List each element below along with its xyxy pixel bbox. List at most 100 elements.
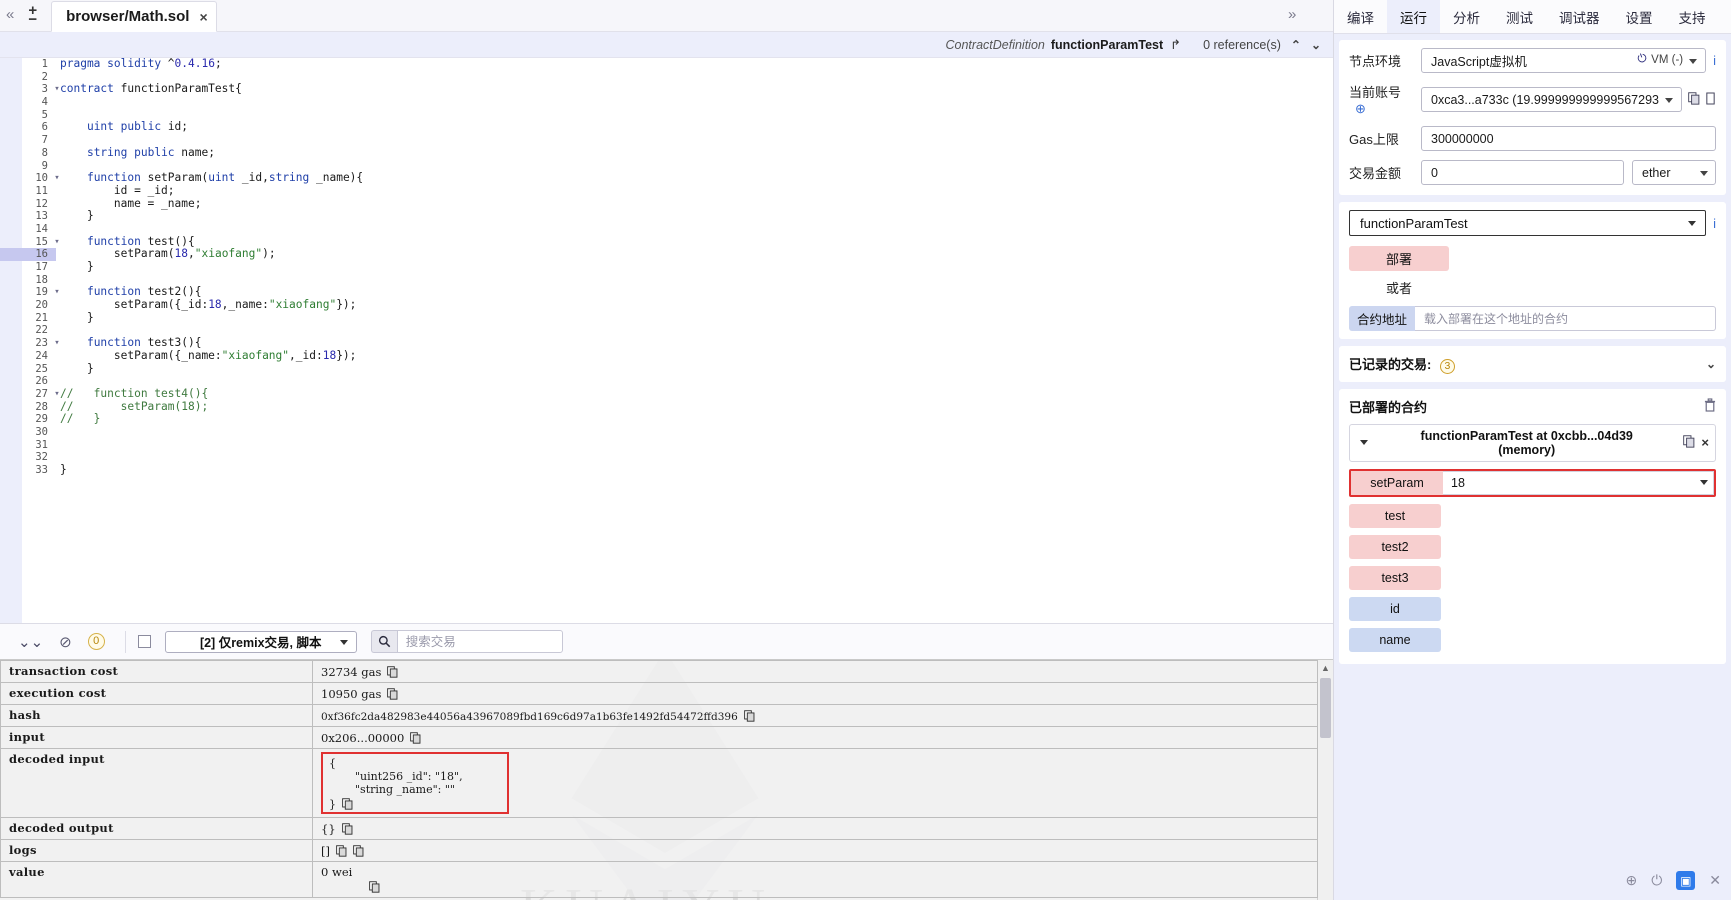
- code-line-21[interactable]: 21 }: [0, 311, 1333, 325]
- jump-to-definition-icon[interactable]: ↱: [1170, 37, 1181, 53]
- value-input[interactable]: 0: [1421, 160, 1624, 185]
- code-line-14[interactable]: 14: [0, 223, 1333, 236]
- code-line-5[interactable]: 5: [0, 109, 1333, 122]
- function-input-setParam[interactable]: 18: [1443, 470, 1714, 495]
- transaction-panel-scrollbar[interactable]: ▲: [1317, 660, 1333, 900]
- tab-运行[interactable]: 运行: [1387, 0, 1440, 33]
- edit-icon[interactable]: [1705, 91, 1716, 108]
- tx-row-value: 0xf36fc2da482983e44056a43967089fbd169c6d…: [312, 704, 1318, 727]
- clear-console-icon[interactable]: ⊘: [59, 633, 72, 651]
- copy-icon[interactable]: [341, 823, 353, 835]
- transaction-filter-select[interactable]: [2] 仅remix交易, 脚本: [164, 630, 357, 653]
- expand-panel-icon[interactable]: »: [1288, 6, 1296, 23]
- scrollbar-thumb[interactable]: [1320, 678, 1331, 738]
- function-button-name[interactable]: name: [1349, 627, 1441, 652]
- code-line-30[interactable]: 30: [0, 426, 1333, 439]
- copy-icon[interactable]: [1683, 434, 1695, 451]
- gas-limit-input[interactable]: 300000000: [1421, 126, 1716, 151]
- environment-info-icon[interactable]: i: [1713, 53, 1716, 68]
- contract-select[interactable]: functionParamTest: [1349, 210, 1707, 236]
- search-input[interactable]: [396, 630, 563, 653]
- trash-icon[interactable]: [1704, 397, 1716, 415]
- recorded-transactions-card[interactable]: 已记录的交易: 3 ⌄: [1339, 346, 1726, 382]
- copy-icon[interactable]: [1688, 91, 1700, 108]
- code-line-10[interactable]: 10 ▾ function setParam(uint _id,string _n…: [0, 171, 1333, 185]
- font-size-stepper[interactable]: + −: [20, 0, 45, 31]
- copy-icon[interactable]: [387, 666, 398, 678]
- code-editor[interactable]: 1 pragma solidity ^0.4.16; 2 3 ▾ contract fun…: [0, 58, 1333, 623]
- code-line-11[interactable]: 11 id = _id;: [0, 184, 1333, 198]
- copy-icon[interactable]: [743, 710, 755, 722]
- close-icon[interactable]: ✕: [1709, 872, 1721, 889]
- at-address-button[interactable]: 合约地址: [1349, 306, 1415, 331]
- collapse-terminal-icon[interactable]: ⌄⌄: [18, 633, 43, 651]
- scroll-up-icon[interactable]: ▲: [1318, 660, 1333, 676]
- tab-测试[interactable]: 测试: [1493, 0, 1546, 33]
- code-line-17[interactable]: 17 }: [0, 260, 1333, 274]
- at-address-input[interactable]: 载入部署在这个地址的合约: [1415, 306, 1716, 331]
- tab-支持[interactable]: 支持: [1666, 0, 1719, 33]
- decrease-font-icon[interactable]: −: [28, 12, 37, 27]
- close-icon[interactable]: ×: [1701, 435, 1709, 451]
- search-icon[interactable]: [370, 630, 397, 653]
- copy-icon[interactable]: [369, 881, 380, 893]
- window-icon[interactable]: ▣: [1676, 871, 1696, 890]
- function-button-test[interactable]: test: [1349, 503, 1441, 528]
- code-line-12[interactable]: 12 name = _name;: [0, 197, 1333, 211]
- close-icon[interactable]: ×: [199, 9, 207, 25]
- code-line-29[interactable]: 29 // }: [0, 412, 1333, 426]
- line-text: function setParam(uint _id,string _name)…: [86, 171, 364, 185]
- function-button-test3[interactable]: test3: [1349, 565, 1441, 590]
- chevron-down-icon: [1665, 98, 1673, 103]
- expand-params-icon[interactable]: [1693, 471, 1715, 495]
- previous-reference-icon[interactable]: ⌃: [1291, 38, 1301, 52]
- code-line-16[interactable]: 16 setParam(18,"xiaofang");: [0, 247, 1333, 261]
- code-line-6[interactable]: 6 uint public id;: [0, 121, 1333, 134]
- code-line-1[interactable]: 1 pragma solidity ^0.4.16;: [0, 58, 1333, 71]
- next-reference-icon[interactable]: ⌄: [1311, 38, 1321, 52]
- copy-icon[interactable]: [336, 845, 347, 857]
- copy-icon[interactable]: [410, 732, 421, 744]
- code-line-20[interactable]: 20 setParam({_id:18,_name:"xiaofang"});: [0, 298, 1333, 312]
- code-line-28[interactable]: 28// setParam(18);: [0, 400, 1333, 414]
- copy-icon[interactable]: [387, 688, 398, 700]
- expand-instance-icon[interactable]: [1360, 440, 1368, 445]
- function-button-setParam[interactable]: setParam: [1351, 470, 1443, 495]
- code-line-8[interactable]: 8 string public name;: [0, 146, 1333, 160]
- environment-select[interactable]: JavaScript虚拟机 ⏻ VM (-): [1421, 48, 1707, 73]
- code-line-23[interactable]: 23 ▾ function test3(){: [0, 336, 1333, 350]
- deploy-button[interactable]: 部署: [1349, 246, 1449, 271]
- code-line-24[interactable]: 24 setParam({_name:"xiaofang",_id:18});: [0, 349, 1333, 363]
- tab-调试器[interactable]: 调试器: [1546, 0, 1613, 33]
- add-account-icon[interactable]: ⊕: [1355, 101, 1366, 116]
- line-number: 4: [41, 96, 48, 109]
- code-line-4[interactable]: 4: [0, 96, 1333, 109]
- toolbar-divider: [124, 630, 126, 653]
- lock-icon[interactable]: ⏻: [1651, 872, 1662, 889]
- code-line-31[interactable]: 31: [0, 439, 1333, 452]
- copy-icon[interactable]: [342, 798, 353, 810]
- code-line-13[interactable]: 13 }: [0, 210, 1333, 223]
- function-button-id[interactable]: id: [1349, 596, 1441, 621]
- tab-编译[interactable]: 编译: [1334, 0, 1387, 33]
- function-button-test2[interactable]: test2: [1349, 534, 1441, 559]
- file-tab-math-sol[interactable]: browser/Math.sol ×: [51, 1, 217, 32]
- collapse-sidebar-icon[interactable]: «: [0, 0, 20, 31]
- code-line-32[interactable]: 32: [0, 451, 1333, 464]
- deployed-instance[interactable]: functionParamTest at 0xcbb...04d39 (memo…: [1349, 423, 1716, 462]
- copy-icon[interactable]: [353, 845, 364, 857]
- chevron-down-icon[interactable]: ⌄: [1706, 357, 1716, 371]
- account-select[interactable]: 0xca3...a733c (19.999999999999567293: [1421, 87, 1682, 112]
- function-row-name: name: [1349, 627, 1716, 652]
- code-line-3[interactable]: 3 ▾ contract functionParamTest{: [0, 83, 1333, 96]
- tab-分析[interactable]: 分析: [1440, 0, 1493, 33]
- globe-icon[interactable]: ⊕: [1625, 872, 1637, 889]
- line-number: 18: [35, 273, 48, 286]
- code-line-7[interactable]: 7: [0, 134, 1333, 147]
- code-line-33[interactable]: 33}: [0, 463, 1333, 477]
- contract-info-icon[interactable]: i: [1713, 216, 1716, 231]
- value-unit-select[interactable]: ether: [1632, 160, 1716, 185]
- code-line-25[interactable]: 25 }: [0, 362, 1333, 376]
- tab-设置[interactable]: 设置: [1613, 0, 1666, 33]
- listen-network-checkbox[interactable]: [137, 635, 151, 648]
